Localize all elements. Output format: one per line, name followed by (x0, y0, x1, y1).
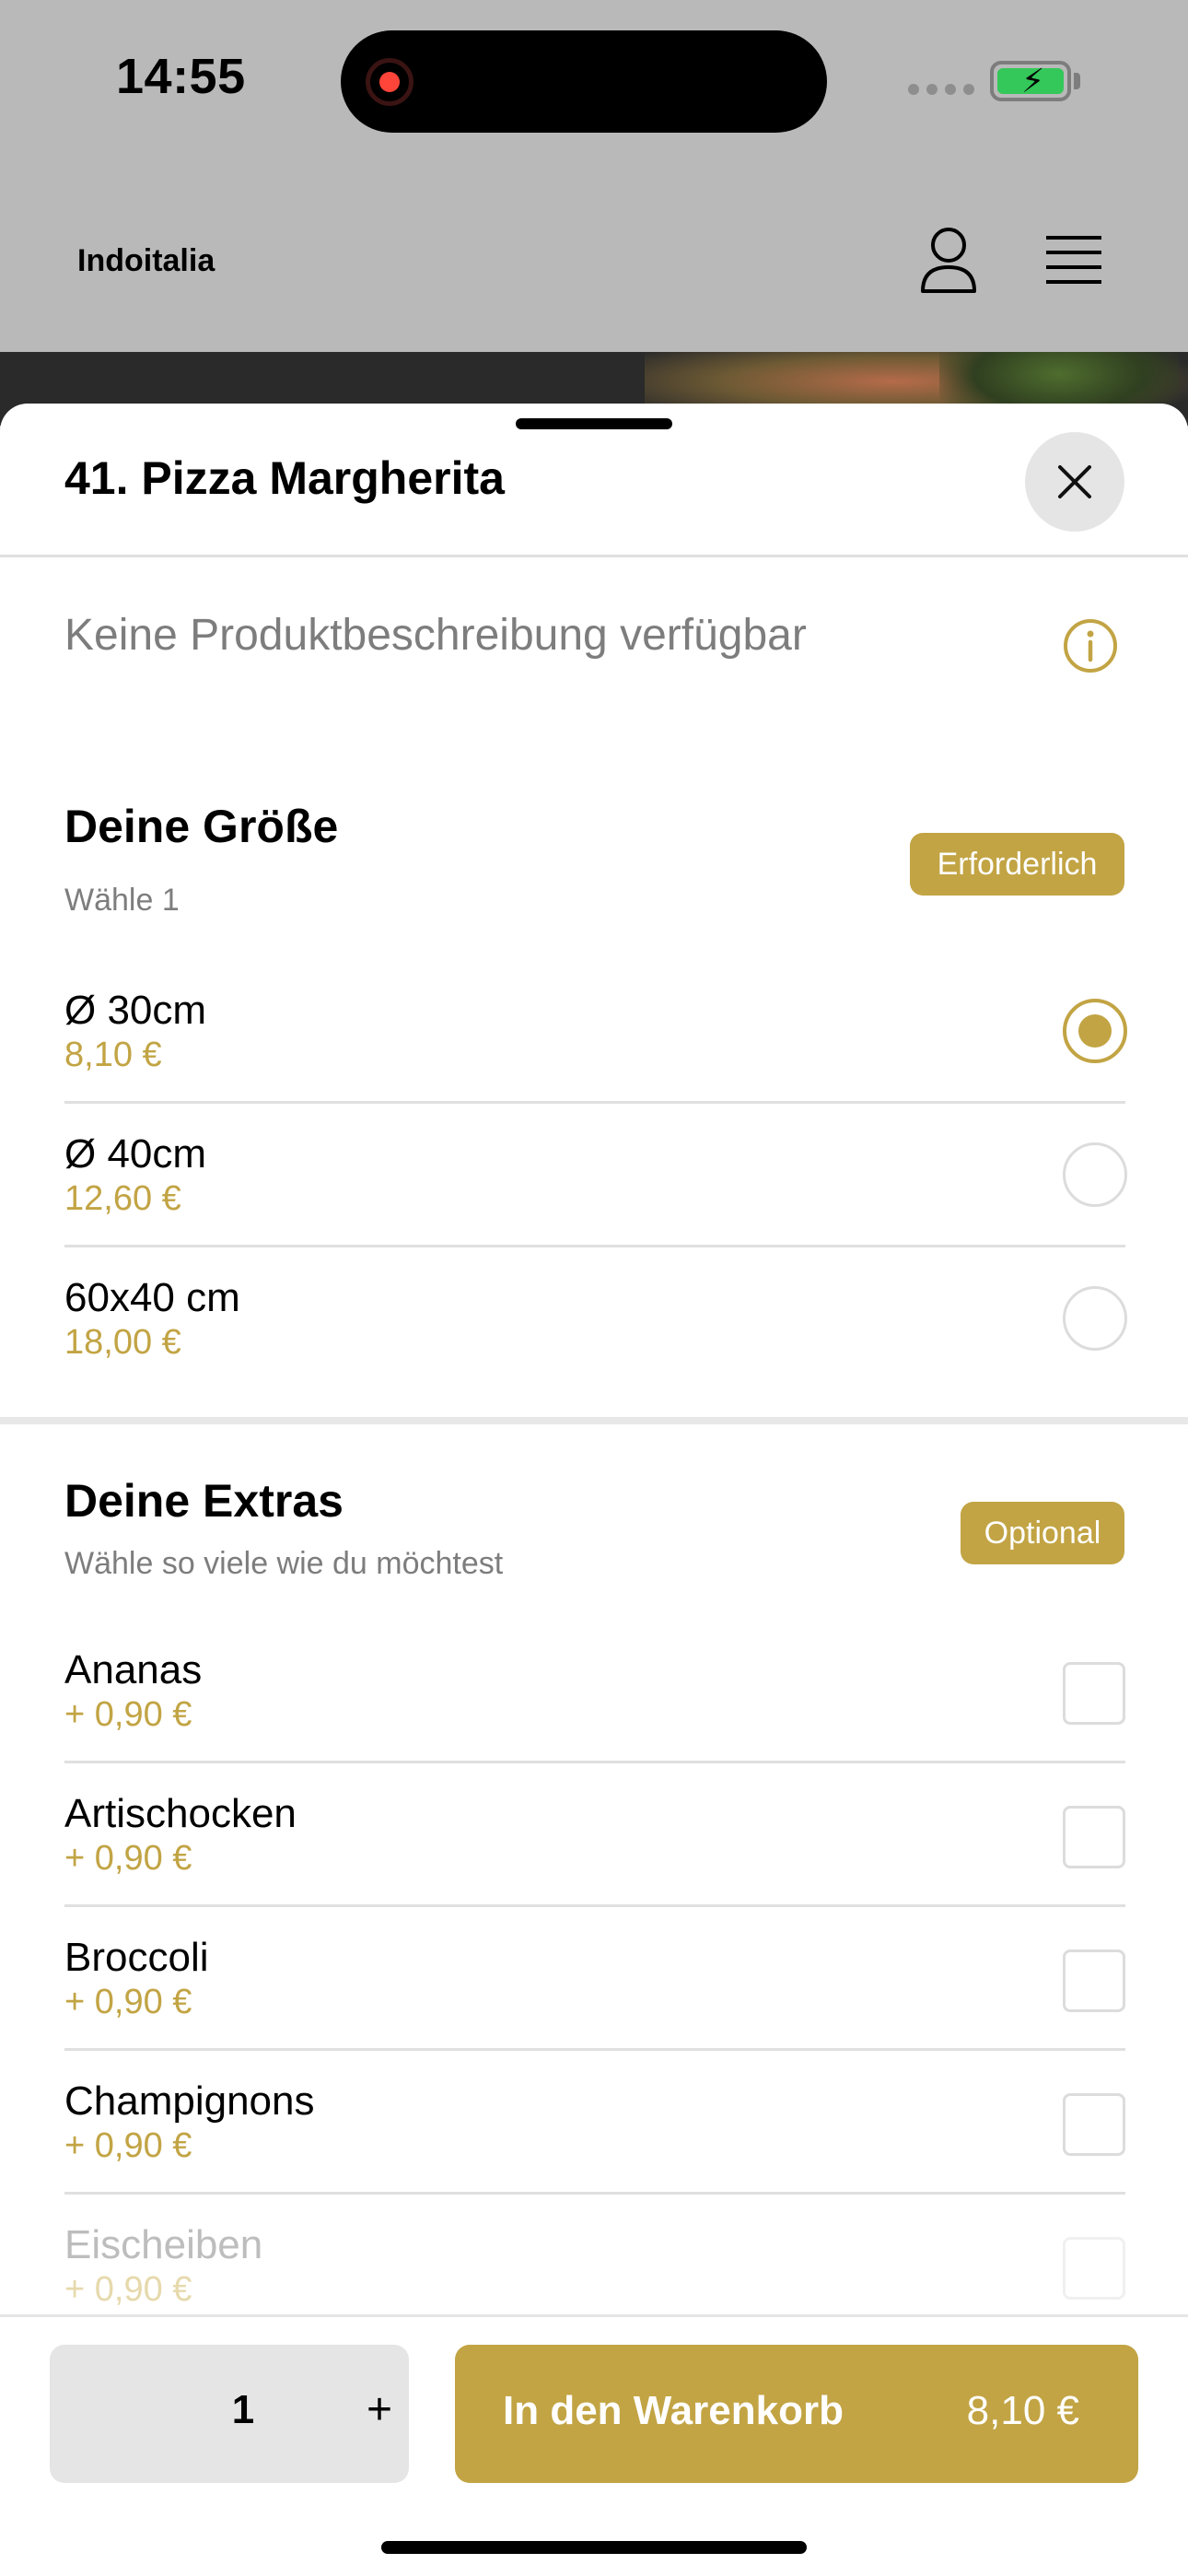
extra-checkbox[interactable] (1063, 1950, 1125, 2012)
size-option-price: 8,10 € (64, 1036, 162, 1074)
extra-option-name: Ananas (64, 1647, 203, 1692)
signal-icon (908, 84, 974, 95)
recording-icon (366, 58, 413, 106)
extra-checkbox[interactable] (1063, 2237, 1125, 2300)
close-button[interactable] (1025, 432, 1124, 532)
size-option-name: Ø 30cm (64, 988, 207, 1033)
extra-option-price: + 0,90 € (64, 1983, 192, 2021)
add-to-cart-button[interactable]: In den Warenkorb 8,10 € (455, 2345, 1138, 2483)
bottom-action-bar: 1 + In den Warenkorb 8,10 € (0, 2314, 1188, 2576)
dynamic-island (341, 30, 827, 133)
size-option-price: 18,00 € (64, 1323, 181, 1362)
user-icon[interactable] (917, 225, 980, 295)
size-section-subtitle: Wähle 1 (64, 883, 180, 918)
extra-option-price: + 0,90 € (64, 2270, 192, 2309)
extra-option-name: Artischocken (64, 1791, 297, 1836)
size-option[interactable]: Ø 30cm 8,10 € (64, 960, 1127, 1104)
add-to-cart-label: In den Warenkorb (503, 2388, 844, 2433)
add-to-cart-price: 8,10 € (966, 2388, 1079, 2433)
extra-option[interactable]: Broccoli + 0,90 € (64, 1907, 1125, 2051)
extra-option[interactable]: Champignons + 0,90 € (64, 2051, 1125, 2195)
extras-section-subtitle: Wähle so viele wie du möchtest (64, 1546, 504, 1581)
product-description: Keine Produktbeschreibung verfügbar (64, 611, 807, 660)
extra-option-price: + 0,90 € (64, 1695, 192, 1734)
brand-name[interactable]: Indoitalia (77, 243, 215, 279)
product-title: 41. Pizza Margherita (64, 452, 505, 504)
optional-badge: Optional (961, 1502, 1124, 1564)
quantity-plus-button[interactable]: + (367, 2385, 392, 2435)
extra-option-name: Broccoli (64, 1935, 209, 1980)
required-badge: Erforderlich (910, 833, 1124, 896)
size-option-name: 60x40 cm (64, 1275, 240, 1320)
battery-cap (1074, 73, 1080, 89)
product-sheet: 41. Pizza Margherita Keine Produktbeschr… (0, 404, 1188, 2576)
extras-section-title: Deine Extras (64, 1475, 344, 1527)
extra-option[interactable]: Artischocken + 0,90 € (64, 1763, 1125, 1907)
quantity-value: 1 (231, 2387, 255, 2432)
sheet-grabber[interactable] (516, 418, 672, 429)
section-separator (0, 1417, 1188, 1424)
battery-icon: ⚡ (990, 61, 1071, 101)
extra-option-name: Eischeiben (64, 2222, 263, 2267)
status-time: 14:55 (116, 49, 246, 104)
size-option[interactable]: 60x40 cm 18,00 € (64, 1247, 1127, 1391)
extra-checkbox[interactable] (1063, 2093, 1125, 2156)
title-divider (0, 555, 1188, 557)
size-radio[interactable] (1063, 1142, 1127, 1207)
extra-checkbox[interactable] (1063, 1662, 1125, 1725)
extra-option-price: + 0,90 € (64, 1839, 192, 1878)
app-header: Indoitalia (0, 166, 1188, 352)
extra-option-name: Champignons (64, 2078, 315, 2124)
size-radio[interactable] (1063, 1286, 1127, 1351)
info-icon[interactable] (1062, 617, 1119, 674)
quantity-stepper[interactable]: 1 + (50, 2345, 409, 2483)
status-bar: 14:55 ⚡ (0, 0, 1188, 166)
close-icon (1058, 465, 1091, 498)
size-section-title: Deine Größe (64, 801, 339, 852)
home-indicator[interactable] (381, 2541, 807, 2554)
size-option-price: 12,60 € (64, 1179, 181, 1218)
size-option[interactable]: Ø 40cm 12,60 € (64, 1104, 1127, 1247)
extra-option[interactable]: Ananas + 0,90 € (64, 1620, 1125, 1763)
size-option-name: Ø 40cm (64, 1131, 207, 1177)
size-radio-selected[interactable] (1063, 999, 1127, 1063)
extra-option-price: + 0,90 € (64, 2126, 192, 2165)
extra-checkbox[interactable] (1063, 1806, 1125, 1868)
menu-icon[interactable] (1044, 232, 1103, 287)
